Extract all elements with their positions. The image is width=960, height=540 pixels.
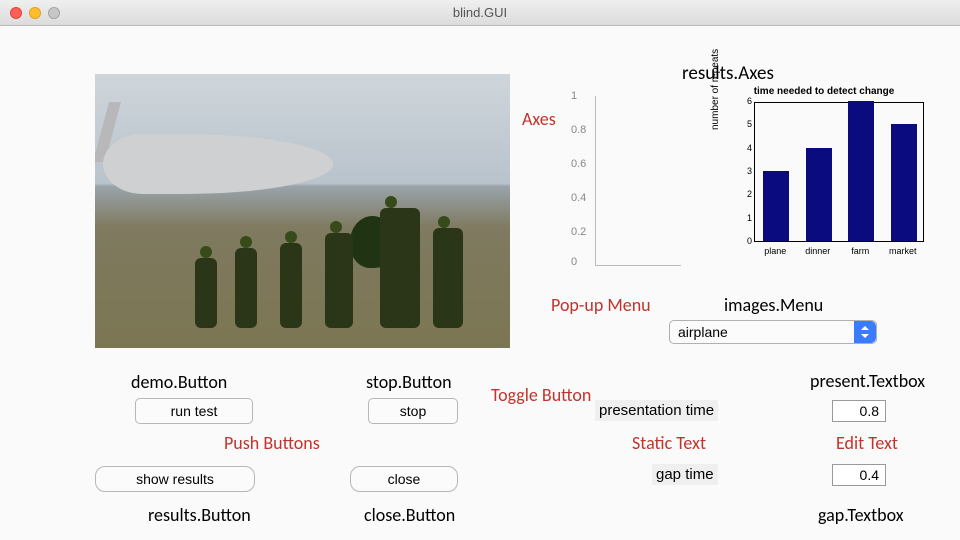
anno-popup-menu: Pop-up Menu <box>551 296 651 316</box>
select-arrow-icon <box>854 321 876 343</box>
anno-edit-text: Edit Text <box>836 432 898 454</box>
anno-present-textbox: present.Textbox <box>810 370 925 392</box>
chart-bar <box>891 124 917 241</box>
anno-toggle-button: Toggle Button <box>491 386 591 406</box>
presentation-time-label: presentation time <box>595 400 718 421</box>
run-test-button[interactable]: run test <box>135 398 253 424</box>
anno-push-buttons: Push Buttons <box>224 432 320 454</box>
chart-ytick: 5 <box>740 119 752 129</box>
chart-ylabel: number of repeats <box>710 49 721 130</box>
chart-bar <box>763 171 789 241</box>
window-titlebar: blind.GUI <box>0 0 960 26</box>
chart-xtick: dinner <box>797 246 840 256</box>
anno-axes: Axes <box>522 108 556 130</box>
axes-tick: 0.2 <box>571 226 586 238</box>
close-button[interactable]: close <box>350 466 458 492</box>
axes-tick: 1 <box>571 90 577 102</box>
show-results-button[interactable]: show results <box>95 466 255 492</box>
chart-ytick: 3 <box>740 166 752 176</box>
traffic-lights <box>10 7 60 19</box>
anno-static-text: Static Text <box>632 432 706 454</box>
chart-xtick: market <box>882 246 925 256</box>
stop-button[interactable]: stop <box>368 398 458 424</box>
minimize-window-icon[interactable] <box>29 7 41 19</box>
chart-ytick: 0 <box>740 236 752 246</box>
chart-area <box>754 102 924 242</box>
anno-stop-button: stop.Button <box>366 371 452 393</box>
chart-xtick: farm <box>839 246 882 256</box>
gap-textbox[interactable]: 0.4 <box>832 464 886 486</box>
chart-bar <box>848 101 874 241</box>
gap-time-label: gap time <box>652 464 718 485</box>
maximize-window-icon[interactable] <box>48 7 60 19</box>
close-window-icon[interactable] <box>10 7 22 19</box>
images-menu-select[interactable]: airplane <box>669 320 877 344</box>
chart-ytick: 6 <box>740 96 752 106</box>
images-menu-value: airplane <box>670 324 854 340</box>
anno-gap-textbox: gap.Textbox <box>818 504 904 526</box>
window-title: blind.GUI <box>0 5 960 20</box>
axes-tick: 0.4 <box>571 192 586 204</box>
test-axes-image <box>95 74 510 348</box>
blank-axes: 1 0.8 0.6 0.4 0.2 0 <box>595 96 681 266</box>
anno-results-axes: results.Axes <box>682 62 774 85</box>
axes-tick: 0 <box>571 256 577 268</box>
anno-results-button: results.Button <box>148 504 251 526</box>
results-axes-chart: time needed to detect change number of r… <box>720 90 928 264</box>
axes-tick: 0.8 <box>571 124 586 136</box>
axes-tick: 0.6 <box>571 158 586 170</box>
anno-images-menu: images.Menu <box>724 294 823 316</box>
chart-xtick: plane <box>754 246 797 256</box>
chart-bar <box>806 148 832 241</box>
anno-demo-button: demo.Button <box>131 371 227 393</box>
chart-ytick: 4 <box>740 143 752 153</box>
present-textbox[interactable]: 0.8 <box>832 400 886 422</box>
chart-ytick: 2 <box>740 189 752 199</box>
anno-close-button: close.Button <box>364 504 455 526</box>
chart-ytick: 1 <box>740 213 752 223</box>
